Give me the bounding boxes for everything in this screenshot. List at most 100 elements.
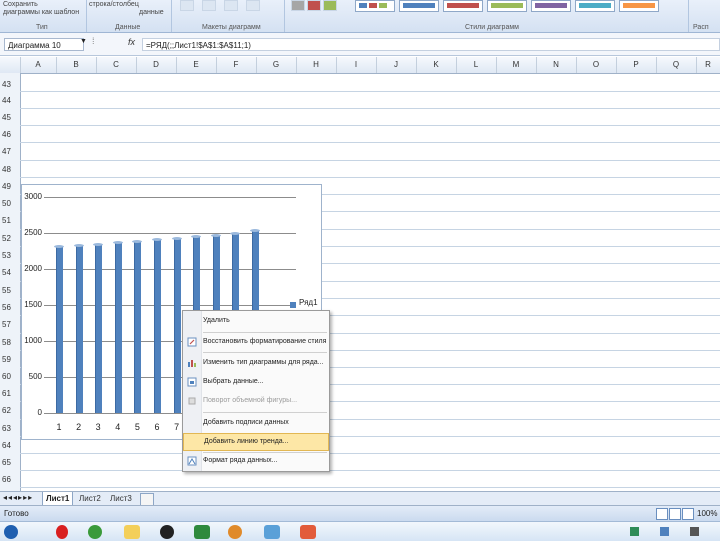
- row-header[interactable]: 57: [0, 320, 20, 329]
- switch-row-column-label[interactable]: строка/столбец: [89, 1, 139, 8]
- row-header[interactable]: 64: [0, 441, 20, 450]
- column-header[interactable]: H: [296, 57, 337, 73]
- row-header[interactable]: 46: [0, 130, 20, 139]
- column-header[interactable]: C: [96, 57, 137, 73]
- menu-item-add-trendline[interactable]: Добавить линию тренда...: [183, 433, 329, 451]
- menu-item-change-chart-type[interactable]: Изменить тип диаграммы для ряда...: [183, 355, 329, 373]
- row-header[interactable]: 58: [0, 338, 20, 347]
- menu-item-select-data[interactable]: Выбрать данные...: [183, 374, 329, 392]
- chart-style-option[interactable]: [531, 0, 571, 12]
- column-header[interactable]: N: [536, 57, 577, 73]
- column-header[interactable]: P: [616, 57, 657, 73]
- row-header[interactable]: 52: [0, 234, 20, 243]
- formula-input[interactable]: =РЯД(;;Лист1!$A$1:$A$11;1): [142, 38, 720, 51]
- media-icon[interactable]: [228, 525, 242, 539]
- opera-icon[interactable]: [56, 525, 68, 539]
- menu-item-add-data-labels[interactable]: Добавить подписи данных: [183, 415, 329, 433]
- column-header[interactable]: I: [336, 57, 377, 73]
- row-header[interactable]: 44: [0, 96, 20, 105]
- chart-style-option[interactable]: [575, 0, 615, 12]
- column-header[interactable]: O: [576, 57, 617, 73]
- select-all-corner[interactable]: [0, 57, 21, 73]
- chart-style-option[interactable]: [619, 0, 659, 12]
- column-header[interactable]: D: [136, 57, 177, 73]
- column-header[interactable]: F: [216, 57, 257, 73]
- row-header[interactable]: 47: [0, 147, 20, 156]
- row-header[interactable]: 56: [0, 303, 20, 312]
- tray-icon[interactable]: [630, 527, 639, 536]
- row-header[interactable]: 59: [0, 355, 20, 364]
- layout-thumb[interactable]: [202, 0, 216, 11]
- column-header[interactable]: A: [20, 57, 57, 73]
- column-header[interactable]: M: [496, 57, 537, 73]
- sheet-tab-1[interactable]: Лист1: [42, 492, 74, 506]
- excel-icon[interactable]: [194, 525, 210, 539]
- column-header[interactable]: E: [176, 57, 217, 73]
- row-header[interactable]: 62: [0, 406, 20, 415]
- chart-style-option[interactable]: [399, 0, 439, 12]
- zoom-level[interactable]: 100%: [697, 509, 717, 518]
- row-header[interactable]: 61: [0, 389, 20, 398]
- browser-icon[interactable]: [88, 525, 102, 539]
- row-header[interactable]: 48: [0, 165, 20, 174]
- bar-7[interactable]: [173, 238, 181, 413]
- row-header[interactable]: 60: [0, 372, 20, 381]
- style-swatch[interactable]: [307, 0, 321, 11]
- column-header[interactable]: K: [416, 57, 457, 73]
- style-swatch[interactable]: [323, 0, 337, 11]
- chart-style-option[interactable]: [443, 0, 483, 12]
- row-header[interactable]: 63: [0, 424, 20, 433]
- menu-item-reset-style[interactable]: Восстановить форматирование стиля: [183, 334, 329, 352]
- sheet-tab-3[interactable]: Лист3: [107, 492, 135, 505]
- bar-6[interactable]: [154, 240, 161, 413]
- row-header[interactable]: 50: [0, 199, 20, 208]
- bar-2[interactable]: [75, 245, 83, 413]
- bar-5[interactable]: [134, 241, 142, 413]
- powerpoint-icon[interactable]: [300, 525, 316, 539]
- bar-4[interactable]: [114, 243, 122, 413]
- row-header[interactable]: 51: [0, 216, 20, 225]
- page-layout-icon[interactable]: [669, 508, 681, 520]
- style-swatch[interactable]: [291, 0, 305, 11]
- app-icon[interactable]: [160, 525, 174, 539]
- save-template-sub-label[interactable]: диаграммы как шаблон: [3, 9, 79, 16]
- start-icon[interactable]: [4, 525, 18, 539]
- row-header[interactable]: 66: [0, 475, 20, 484]
- normal-view-icon[interactable]: [656, 508, 668, 520]
- sheet-tab-2[interactable]: Лист2: [76, 492, 104, 505]
- row-header[interactable]: 65: [0, 458, 20, 467]
- sheet-nav-arrows-icon[interactable]: ◂◂◂▸▸▸: [3, 493, 33, 502]
- column-header[interactable]: G: [256, 57, 297, 73]
- row-header[interactable]: 49: [0, 182, 20, 191]
- tray-icon[interactable]: [660, 527, 669, 536]
- row-header[interactable]: 45: [0, 113, 20, 122]
- insert-function-button[interactable]: fx: [128, 37, 135, 47]
- column-header[interactable]: J: [376, 57, 417, 73]
- menu-item-delete[interactable]: Удалить: [183, 313, 329, 331]
- select-data-label[interactable]: данные: [139, 9, 164, 16]
- row-header[interactable]: 54: [0, 268, 20, 277]
- legend-entry[interactable]: Ряд1: [299, 298, 318, 307]
- column-header[interactable]: B: [56, 57, 97, 73]
- menu-item-format-series[interactable]: Формат ряда данных...: [183, 453, 329, 471]
- layout-thumb[interactable]: [180, 0, 194, 11]
- app-icon[interactable]: [264, 525, 280, 539]
- row-header[interactable]: 53: [0, 251, 20, 260]
- page-break-icon[interactable]: [682, 508, 694, 520]
- bar-1[interactable]: [56, 247, 63, 413]
- layout-thumb[interactable]: [246, 0, 260, 11]
- column-header[interactable]: Q: [656, 57, 697, 73]
- save-template-label[interactable]: Сохранить: [3, 1, 38, 8]
- chart-style-option[interactable]: [355, 0, 395, 12]
- column-header[interactable]: R: [696, 57, 720, 73]
- row-header[interactable]: 55: [0, 286, 20, 295]
- chart-style-option[interactable]: [487, 0, 527, 12]
- name-box-dropdown-icon[interactable]: ▼: [80, 38, 87, 45]
- layout-thumb[interactable]: [224, 0, 238, 11]
- name-box[interactable]: Диаграмма 10: [4, 38, 84, 51]
- row-header[interactable]: 43: [0, 80, 20, 89]
- column-header[interactable]: L: [456, 57, 497, 73]
- bar-3[interactable]: [95, 244, 103, 413]
- folder-icon[interactable]: [124, 525, 140, 539]
- tray-icon[interactable]: [690, 527, 699, 536]
